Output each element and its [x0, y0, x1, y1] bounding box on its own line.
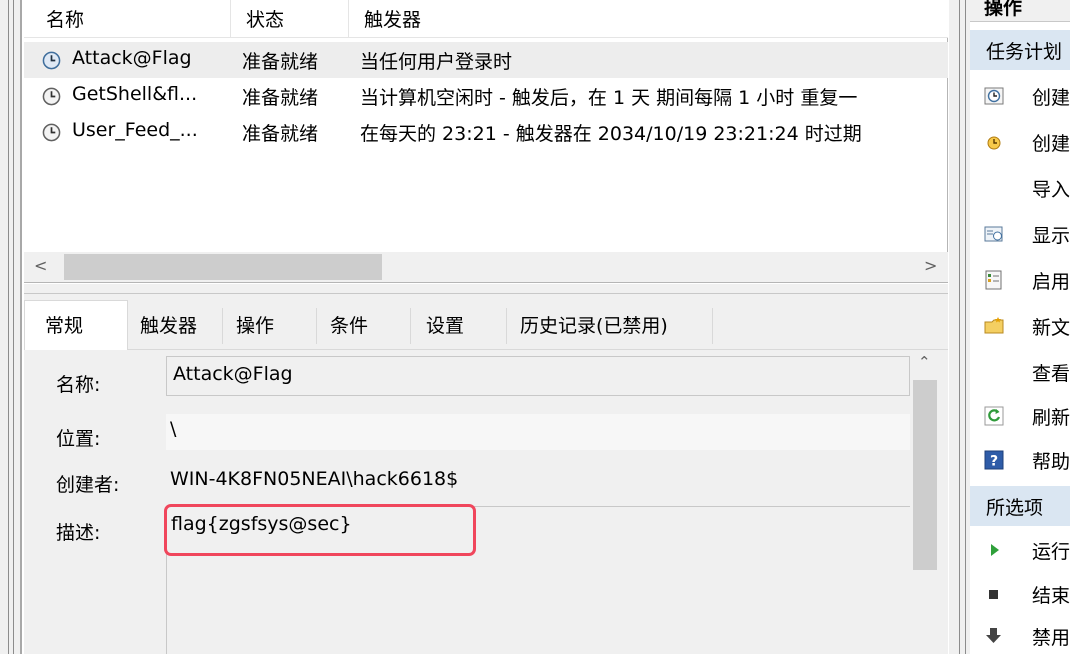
action-refresh[interactable]: 刷新 [970, 394, 1070, 440]
location-value: \ [170, 418, 177, 440]
pane-splitter[interactable] [24, 284, 948, 294]
end-icon [989, 590, 998, 599]
location-label: 位置: [56, 428, 101, 450]
action-import-task[interactable]: 导入 [970, 166, 1070, 212]
action-disable[interactable]: 禁用 [970, 614, 1070, 654]
task-name: User_Feed_... [72, 119, 198, 141]
action-help[interactable]: ? 帮助 [970, 438, 1070, 484]
panel-splitter[interactable] [949, 0, 970, 654]
action-create-task[interactable]: 创建 [970, 120, 1070, 166]
refresh-icon [984, 406, 1004, 426]
scroll-up-arrow-icon[interactable]: ⌃ [918, 353, 931, 371]
task-row[interactable]: Attack@Flag 准备就绪 当任何用户登录时 [24, 42, 948, 78]
tab-actions[interactable]: 操作 [236, 304, 274, 344]
action-enable-history[interactable]: 启用 [970, 258, 1070, 304]
horizontal-scroll-thumb[interactable] [64, 254, 382, 280]
help-icon: ? [984, 450, 1004, 470]
action-end[interactable]: 结束 [970, 572, 1070, 618]
name-label: 名称: [56, 374, 101, 396]
tab-conditions[interactable]: 条件 [330, 304, 368, 344]
action-view[interactable]: 查看 [970, 350, 1070, 396]
task-status: 准备就绪 [242, 123, 319, 145]
clock-icon [42, 51, 61, 70]
clock-icon [42, 87, 61, 106]
tab-settings[interactable]: 设置 [426, 304, 464, 344]
column-header-status[interactable]: 状态 [246, 5, 284, 32]
action-run[interactable]: 运行 [970, 528, 1070, 574]
vertical-scroll-thumb[interactable] [913, 380, 937, 570]
red-highlight-box [164, 504, 476, 556]
task-trigger: 当计算机空闲时 - 触发后，在 1 天 期间每隔 1 小时 重复一 [360, 87, 858, 109]
clock-icon [42, 123, 61, 142]
tab-general[interactable]: 常规 [24, 300, 128, 350]
action-display-running[interactable]: 显示 [970, 212, 1070, 258]
action-create-basic-task[interactable]: 创建 [970, 74, 1070, 120]
create-basic-task-icon [984, 87, 1004, 105]
task-name: Attack@Flag [72, 47, 192, 69]
name-field[interactable]: Attack@Flag [166, 356, 910, 396]
tab-bar: 常规 触发器 操作 条件 设置 历史记录(已禁用) [24, 294, 948, 350]
task-list: 名称 状态 触发器 Attack@Flag 准备就绪 当任何用户登录时 GetS… [24, 0, 948, 283]
display-running-tasks-icon [984, 226, 1003, 242]
description-label: 描述: [56, 522, 101, 544]
task-trigger: 在每天的 23:21 - 触发器在 2034/10/19 23:21:24 时过… [360, 123, 862, 145]
name-value: Attack@Flag [173, 363, 293, 385]
action-new-folder[interactable]: 新文 [970, 304, 1070, 350]
author-label: 创建者: [56, 474, 120, 496]
left-frame-border [0, 0, 22, 654]
column-header-trigger[interactable]: 触发器 [364, 5, 421, 32]
disable-icon [986, 628, 1001, 643]
section-selected-item[interactable]: 所选项 [970, 486, 1070, 526]
run-icon [991, 544, 999, 556]
actions-title: 操作 [970, 0, 1070, 22]
svg-text:?: ? [990, 454, 998, 470]
task-status: 准备就绪 [242, 87, 319, 109]
author-value: WIN-4K8FN05NEAI\hack6618$ [170, 468, 459, 490]
create-task-icon [987, 136, 1001, 150]
tab-triggers[interactable]: 触发器 [140, 304, 197, 344]
task-status: 准备就绪 [242, 51, 319, 73]
task-row[interactable]: GetShell&fl... 准备就绪 当计算机空闲时 - 触发后，在 1 天 … [24, 78, 948, 114]
new-folder-icon [984, 317, 1004, 334]
task-trigger: 当任何用户登录时 [360, 51, 513, 73]
horizontal-scrollbar[interactable]: < > [24, 252, 948, 282]
vertical-scrollbar[interactable]: ⌃ [910, 350, 940, 654]
scroll-left-arrow-icon[interactable]: < [34, 256, 47, 275]
list-header: 名称 状态 触发器 [24, 0, 948, 38]
actions-panel: 操作 任务计划 创建 创建 导入 显示 启用 新文 查看 刷新 ? 帮助 所选项… [970, 0, 1070, 654]
task-detail-panel: 常规 触发器 操作 条件 设置 历史记录(已禁用) 名称: Attack@Fla… [24, 294, 948, 654]
scroll-right-arrow-icon[interactable]: > [924, 256, 937, 275]
tab-history[interactable]: 历史记录(已禁用) [520, 304, 668, 344]
section-task-scheduler[interactable]: 任务计划 [970, 30, 1070, 70]
task-name: GetShell&fl... [72, 83, 198, 105]
task-row[interactable]: User_Feed_... 准备就绪 在每天的 23:21 - 触发器在 203… [24, 114, 948, 150]
enable-history-icon [985, 270, 1002, 290]
location-field: \ [166, 414, 910, 450]
column-header-name[interactable]: 名称 [46, 5, 84, 32]
